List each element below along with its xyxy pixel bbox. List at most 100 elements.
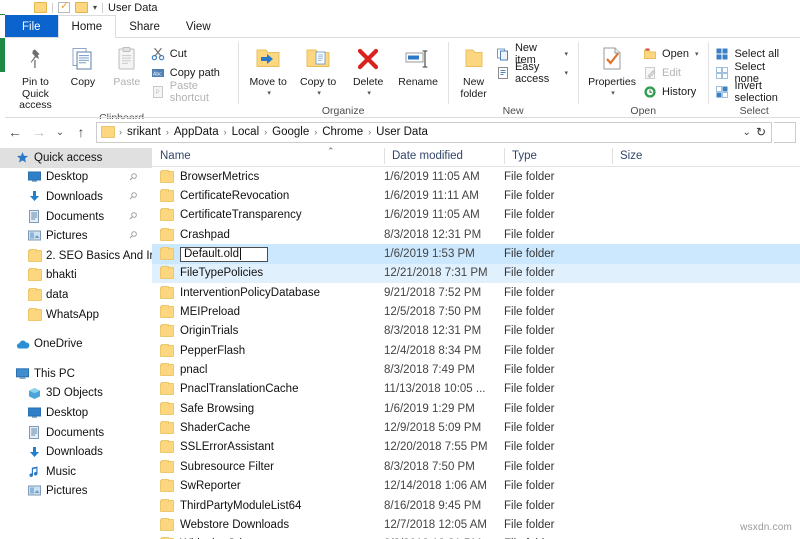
breadcrumb-item-google[interactable]: Google (269, 126, 312, 138)
back-button[interactable]: ← (4, 121, 26, 143)
paste-shortcut-button[interactable]: P Paste shortcut (150, 80, 232, 104)
sidebar-item-pictures-pc[interactable]: Pictures (0, 482, 152, 502)
sidebar-item-pictures[interactable]: Pictures ⚲ (0, 226, 152, 246)
table-row[interactable]: PepperFlash 12/4/2018 8:34 PM File folder (152, 341, 800, 360)
sidebar-item-music[interactable]: Music (0, 462, 152, 482)
chevron-down-icon[interactable]: ▾ (317, 89, 321, 97)
table-row[interactable]: PnaclTranslationCache 11/13/2018 10:05 ..… (152, 380, 800, 399)
table-row[interactable]: Crashpad 8/3/2018 12:31 PM File folder (152, 225, 800, 244)
delete-button[interactable]: Delete ▾ (344, 42, 392, 97)
file-name-cell[interactable]: Subresource Filter (152, 459, 384, 473)
history-button[interactable]: History (642, 83, 702, 100)
chevron-down-icon[interactable]: ▾ (93, 3, 97, 12)
refresh-icon[interactable]: ↻ (756, 125, 766, 139)
pin-icon[interactable]: ⚲ (126, 229, 139, 242)
table-row[interactable]: BrowserMetrics 1/6/2019 11:05 AM File fold… (152, 167, 800, 186)
table-row[interactable]: Safe Browsing 1/6/2019 1:29 PM File folder (152, 399, 800, 418)
properties-button[interactable]: Properties ▾ (584, 42, 640, 97)
sidebar-item-3d-objects[interactable]: 3D Objects (0, 384, 152, 404)
chevron-down-icon[interactable]: ▾ (267, 89, 271, 97)
copy-path-button[interactable]: Abc Copy path (150, 64, 232, 81)
select-all-button[interactable]: Select all (714, 45, 794, 62)
sidebar-item-data[interactable]: data (0, 285, 152, 305)
table-row[interactable]: ShaderCache 12/9/2018 5:09 PM File folder (152, 418, 800, 437)
file-name-cell[interactable]: CertificateRevocation (152, 189, 384, 203)
column-header-type[interactable]: Type (504, 145, 612, 167)
file-name-cell[interactable]: BrowserMetrics (152, 169, 384, 183)
table-row[interactable]: Subresource Filter 8/3/2018 7:50 PM File f… (152, 457, 800, 476)
tab-share[interactable]: Share (116, 15, 173, 38)
column-header-date-modified[interactable]: Date modified (384, 145, 504, 167)
folder-icon[interactable] (75, 2, 88, 13)
file-name-cell[interactable]: PepperFlash (152, 343, 384, 357)
copy-to-button[interactable]: Copy to ▾ (294, 42, 342, 97)
breadcrumb-item-local[interactable]: Local (229, 126, 263, 138)
sidebar-item-downloads-pc[interactable]: Downloads (0, 442, 152, 462)
checkbox-icon[interactable] (58, 0, 70, 13)
table-row[interactable]: SSLErrorAssistant 12/20/2018 7:55 PM File … (152, 438, 800, 457)
file-name-cell[interactable]: ThirdPartyModuleList64 (152, 498, 384, 512)
file-name-cell[interactable]: pnacl (152, 363, 384, 377)
file-name-cell[interactable]: OriginTrials (152, 324, 384, 338)
file-name-cell[interactable]: MEIPreload (152, 305, 384, 319)
select-none-button[interactable]: Select none (714, 61, 794, 85)
file-name-cell[interactable]: Webstore Downloads (152, 517, 384, 531)
pin-icon[interactable]: ⚲ (126, 210, 139, 223)
rename-button[interactable]: Rename (394, 42, 442, 89)
easy-access-button[interactable]: Easy access ▾ (495, 61, 572, 85)
breadcrumb-item-user-data[interactable]: User Data (373, 126, 431, 138)
table-row[interactable]: CertificateTransparency 1/6/2019 11:05 AM… (152, 206, 800, 225)
table-row[interactable]: Default.old 1/6/2019 1:53 PM File folder (152, 244, 800, 264)
table-row[interactable]: pnacl 8/3/2018 7:49 PM File folder (152, 360, 800, 379)
chevron-down-icon[interactable]: ▾ (367, 89, 371, 97)
pin-icon[interactable]: ⚲ (126, 171, 139, 184)
file-name-cell[interactable]: SwReporter (152, 479, 384, 493)
edit-button[interactable]: Edit (642, 64, 702, 81)
tab-file[interactable]: File (5, 15, 58, 38)
navigation-pane[interactable]: Quick access Desktop ⚲ Downloads ⚲ Docum… (0, 145, 152, 539)
sidebar-item-desktop[interactable]: Desktop ⚲ (0, 168, 152, 188)
file-name-cell[interactable]: InterventionPolicyDatabase (152, 285, 384, 299)
table-row[interactable]: CertificateRevocation 1/6/2019 11:11 AM Fi… (152, 186, 800, 205)
sidebar-item-onedrive[interactable]: OneDrive (0, 334, 152, 354)
chevron-down-icon[interactable]: ▾ (695, 50, 699, 58)
file-name-cell[interactable]: PnaclTranslationCache (152, 382, 384, 396)
copy-button[interactable]: Copy (62, 42, 104, 89)
table-row[interactable]: InterventionPolicyDatabase 9/21/2018 7:52… (152, 283, 800, 302)
cut-button[interactable]: Cut (150, 45, 232, 62)
file-name-cell[interactable]: CertificateTransparency (152, 208, 384, 222)
paste-button[interactable]: Paste (106, 42, 148, 89)
table-row[interactable]: ThirdPartyModuleList64 8/16/2018 9:45 PM F… (152, 496, 800, 515)
move-to-button[interactable]: Move to ▾ (244, 42, 292, 97)
chevron-down-icon[interactable]: ⌄ (743, 127, 751, 138)
sidebar-item-downloads[interactable]: Downloads ⚲ (0, 187, 152, 207)
breadcrumb-item-chrome[interactable]: Chrome (319, 126, 366, 138)
sidebar-item-quick-access[interactable]: Quick access (0, 148, 152, 168)
chevron-down-icon[interactable]: ▾ (565, 69, 569, 77)
sidebar-item-documents-pc[interactable]: Documents (0, 423, 152, 443)
breadcrumb-item-appdata[interactable]: AppData (171, 126, 222, 138)
file-name-cell[interactable]: Default.old (152, 246, 384, 262)
file-name-cell[interactable]: Crashpad (152, 227, 384, 241)
address-bar[interactable]: › srikant › AppData › Local › Google › C… (96, 121, 772, 143)
new-item-button[interactable]: New item ▾ (495, 42, 572, 66)
table-row[interactable]: MEIPreload 12/5/2018 7:50 PM File folder (152, 302, 800, 321)
table-row[interactable]: OriginTrials 8/3/2018 12:31 PM File folder (152, 322, 800, 341)
open-button[interactable]: Open ▾ (642, 45, 702, 62)
table-row[interactable]: Webstore Downloads 12/7/2018 12:05 AM File… (152, 515, 800, 534)
sidebar-item-this-pc[interactable]: This PC (0, 364, 152, 384)
tab-home[interactable]: Home (57, 15, 117, 38)
table-row[interactable]: WidevineCdm8/3/2018 12:31 PMFile folder (152, 535, 800, 539)
rename-input[interactable]: Default.old (180, 246, 268, 262)
file-name-cell[interactable]: FileTypePolicies (152, 266, 384, 280)
file-name-cell[interactable]: ShaderCache (152, 421, 384, 435)
column-header-size[interactable]: Size (612, 145, 674, 167)
pin-to-quick-access-button[interactable]: Pin to Quick access (11, 42, 60, 112)
chevron-down-icon[interactable]: ▾ (611, 89, 615, 97)
chevron-down-icon[interactable]: ▾ (565, 50, 569, 58)
recent-locations-button[interactable]: ⌄ (52, 121, 68, 143)
sidebar-item-seo-basics[interactable]: 2. SEO Basics And Ir (0, 246, 152, 266)
pin-icon[interactable]: ⚲ (126, 190, 139, 203)
file-name-cell[interactable]: SSLErrorAssistant (152, 440, 384, 454)
sidebar-item-bhakti[interactable]: bhakti (0, 266, 152, 286)
